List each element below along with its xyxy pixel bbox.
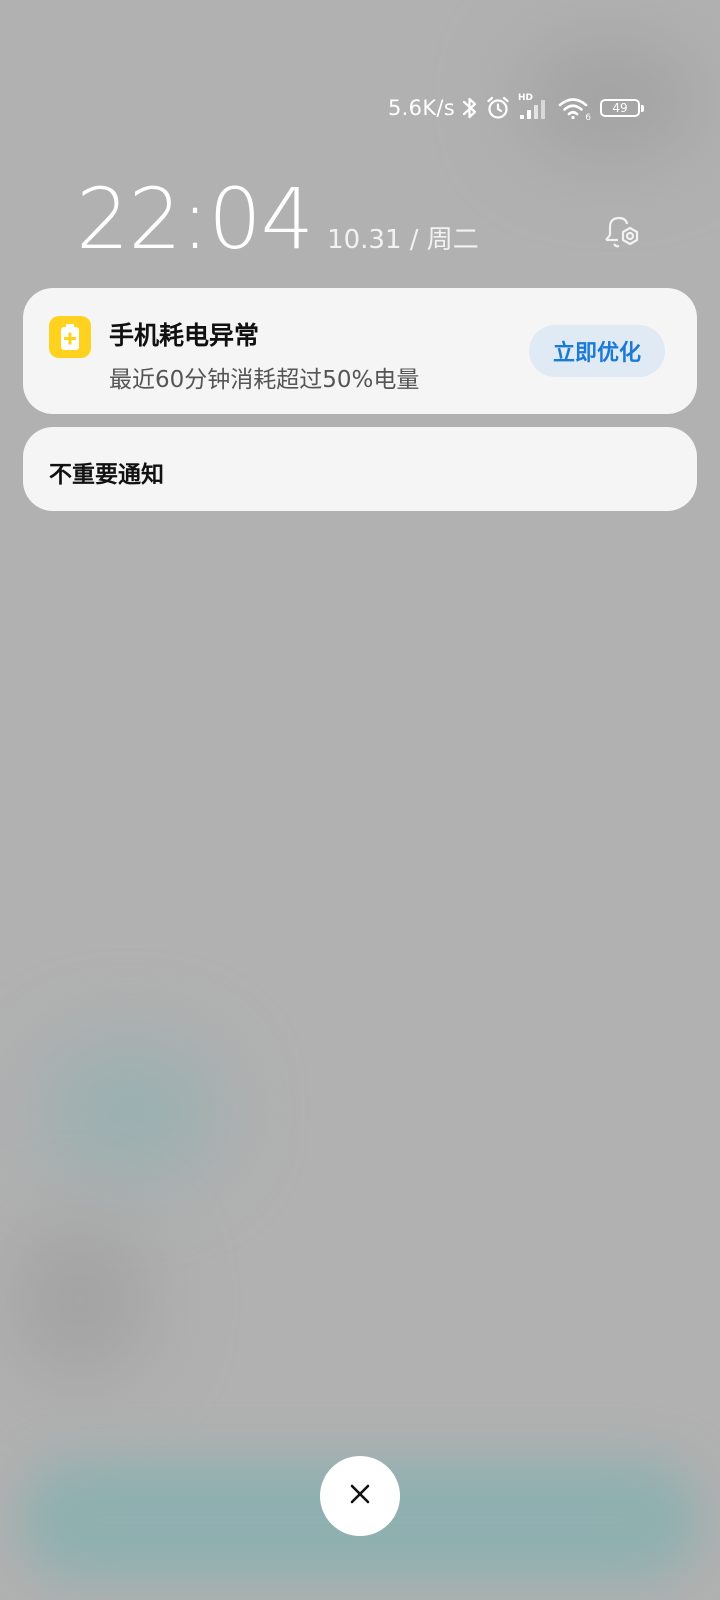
clock-time: 22:04: [76, 170, 314, 268]
notification-title: 手机耗电异常: [109, 321, 260, 350]
clock-date: 10.31 / 周二: [327, 225, 479, 255]
wallpaper-blur-spot: [10, 1220, 150, 1380]
wallpaper-blur-spot: [40, 1040, 220, 1180]
network-type-label: HD: [518, 93, 534, 103]
wifi-icon: 6: [557, 95, 591, 123]
bluetooth-icon: [462, 95, 478, 121]
notification-body: 最近60分钟消耗超过50%电量: [109, 367, 420, 393]
battery-level: 49: [612, 101, 628, 115]
alarm-icon: [485, 95, 511, 121]
unimportant-notifications-group[interactable]: 不重要通知: [23, 427, 697, 511]
battery-plus-icon: [49, 316, 91, 358]
battery-alert-notification[interactable]: 手机耗电异常 最近60分钟消耗超过50%电量 立即优化: [23, 288, 697, 414]
lockscreen-clock: 22:04 10.31 / 周二: [76, 170, 479, 268]
signal-hd-icon: HD: [518, 93, 550, 121]
unimportant-notifications-label: 不重要通知: [49, 462, 164, 488]
close-icon: [348, 1482, 372, 1510]
network-speed: 5.6K/s: [388, 96, 455, 120]
clear-notifications-button[interactable]: [320, 1456, 400, 1536]
battery-icon: 49: [600, 99, 644, 117]
optimize-now-button[interactable]: 立即优化: [529, 325, 665, 377]
status-bar: 5.6K/s HD 6 49: [388, 90, 644, 126]
wifi-generation-label: 6: [585, 113, 591, 123]
notification-settings-icon[interactable]: [600, 210, 644, 258]
